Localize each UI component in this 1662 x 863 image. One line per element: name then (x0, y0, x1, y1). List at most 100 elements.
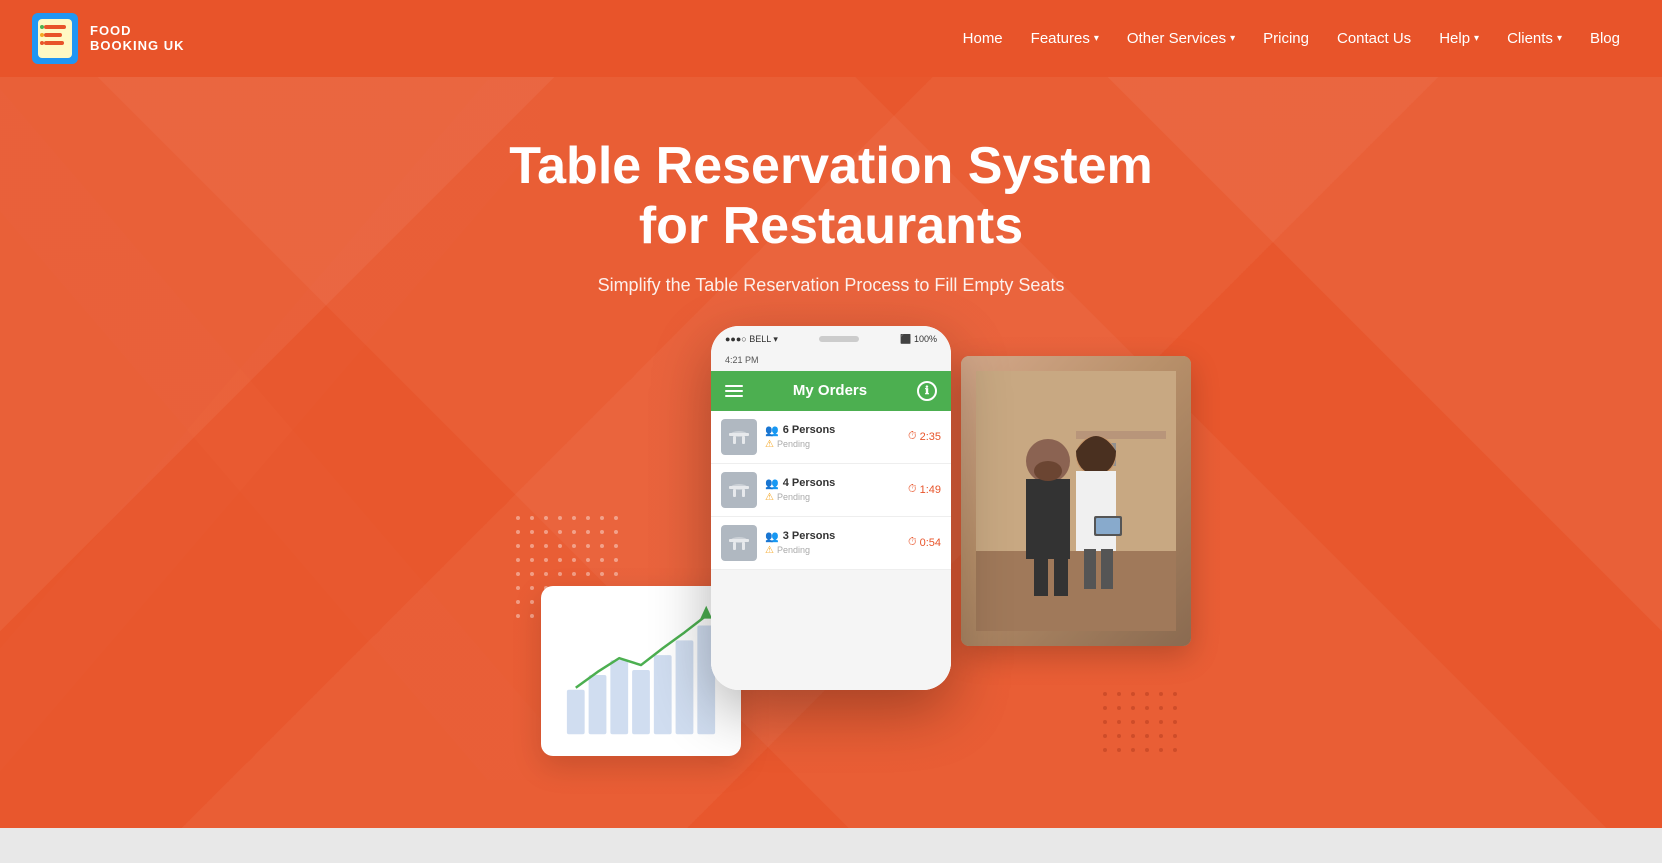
nav-item-clients[interactable]: Clients ▾ (1495, 22, 1574, 55)
dot (1117, 692, 1121, 696)
dot (572, 530, 576, 534)
logo-icon (30, 11, 80, 66)
people-icon: 👥 (765, 530, 779, 543)
dot (1145, 720, 1149, 724)
order-info: 👥 3 Persons ⚠ Pending (765, 530, 900, 556)
chevron-down-icon: ▾ (1230, 33, 1235, 44)
dot (600, 572, 604, 576)
hamburger-icon (725, 385, 743, 397)
phone-signal: ●●●○ BELL ▾ (725, 334, 778, 345)
dot (558, 572, 562, 576)
nav-links: Home Features ▾ Other Services ▾ Pricing… (951, 22, 1632, 55)
nav-item-blog[interactable]: Blog (1578, 22, 1632, 55)
dot (516, 586, 520, 590)
table-icon (727, 427, 751, 447)
dot (544, 558, 548, 562)
chevron-down-icon: ▾ (1094, 33, 1099, 44)
dot (586, 516, 590, 520)
dot (516, 614, 520, 618)
dot (558, 530, 562, 534)
order-time: ⏱ 2:35 (908, 430, 941, 443)
dot (558, 544, 562, 548)
order-info: 👥 6 Persons ⚠ Pending (765, 424, 900, 450)
warning-icon: ⚠ (765, 545, 774, 556)
dot (530, 572, 534, 576)
dot (572, 558, 576, 562)
dot (1117, 720, 1121, 724)
chevron-down-icon: ▾ (1557, 33, 1562, 44)
phone-battery: ⬛ 100% (900, 334, 937, 345)
dot (516, 600, 520, 604)
order-thumbnail (721, 419, 757, 455)
dot (530, 544, 534, 548)
info-icon: ℹ (917, 381, 937, 401)
nav-item-help[interactable]: Help ▾ (1427, 22, 1491, 55)
dot (558, 516, 562, 520)
logo-text: FOOD BOOKING UK (90, 24, 185, 53)
dot (530, 614, 534, 618)
order-status: ⚠ Pending (765, 545, 900, 556)
dot (1103, 748, 1107, 752)
people-icon: 👥 (765, 424, 779, 437)
dot (614, 544, 618, 548)
table-icon (727, 480, 751, 500)
dot (1173, 734, 1177, 738)
chevron-down-icon: ▾ (1474, 33, 1479, 44)
dot (544, 544, 548, 548)
dot (1159, 720, 1163, 724)
dot (600, 558, 604, 562)
dot (530, 558, 534, 562)
dot (516, 516, 520, 520)
dots-decoration-right: document.write(Array(30).fill('<div clas… (1103, 692, 1181, 756)
timer-icon: ⏱ (908, 430, 917, 443)
dot (1173, 720, 1177, 724)
dot (1159, 734, 1163, 738)
dot (1131, 748, 1135, 752)
nav-item-other-services[interactable]: Other Services ▾ (1115, 22, 1247, 55)
nav-item-features[interactable]: Features ▾ (1019, 22, 1111, 55)
dot (1173, 748, 1177, 752)
restaurant-photo (961, 356, 1191, 646)
dot (1145, 734, 1149, 738)
timer-icon: ⏱ (908, 536, 917, 549)
warning-icon: ⚠ (765, 492, 774, 503)
dot (600, 530, 604, 534)
navbar: FOOD BOOKING UK Home Features ▾ Other Se… (0, 0, 1662, 77)
restaurant-photo-inner (961, 356, 1191, 646)
order-time: ⏱ 0:54 (908, 536, 941, 549)
dot (1131, 720, 1135, 724)
dot (516, 530, 520, 534)
phone-header: My Orders ℹ (711, 371, 951, 411)
order-time: ⏱ 1:49 (908, 483, 941, 496)
dot (1117, 748, 1121, 752)
dot (600, 516, 604, 520)
dot (516, 544, 520, 548)
dot (1173, 692, 1177, 696)
nav-item-home[interactable]: Home (951, 22, 1015, 55)
order-name: 👥 3 Persons (765, 530, 900, 543)
order-name: 👥 4 Persons (765, 477, 900, 490)
dot (614, 530, 618, 534)
nav-item-pricing[interactable]: Pricing (1251, 22, 1321, 55)
dot (1131, 692, 1135, 696)
dot (1117, 734, 1121, 738)
dot (558, 558, 562, 562)
dot (1131, 734, 1135, 738)
dot (586, 572, 590, 576)
nav-item-contact[interactable]: Contact Us (1325, 22, 1423, 55)
dot (614, 516, 618, 520)
chart-svg (557, 600, 725, 740)
phone-notch (819, 336, 859, 342)
phone-header-title: My Orders (793, 382, 867, 399)
dot (600, 544, 604, 548)
dot (1173, 706, 1177, 710)
dot (544, 530, 548, 534)
dot (614, 572, 618, 576)
dot (1159, 748, 1163, 752)
dot (572, 572, 576, 576)
restaurant-people (976, 371, 1176, 631)
dot (530, 600, 534, 604)
logo[interactable]: FOOD BOOKING UK (30, 11, 185, 66)
hero-section: Table Reservation System for Restaurants… (0, 0, 1662, 863)
hero-subtitle: Simplify the Table Reservation Process t… (598, 275, 1065, 296)
